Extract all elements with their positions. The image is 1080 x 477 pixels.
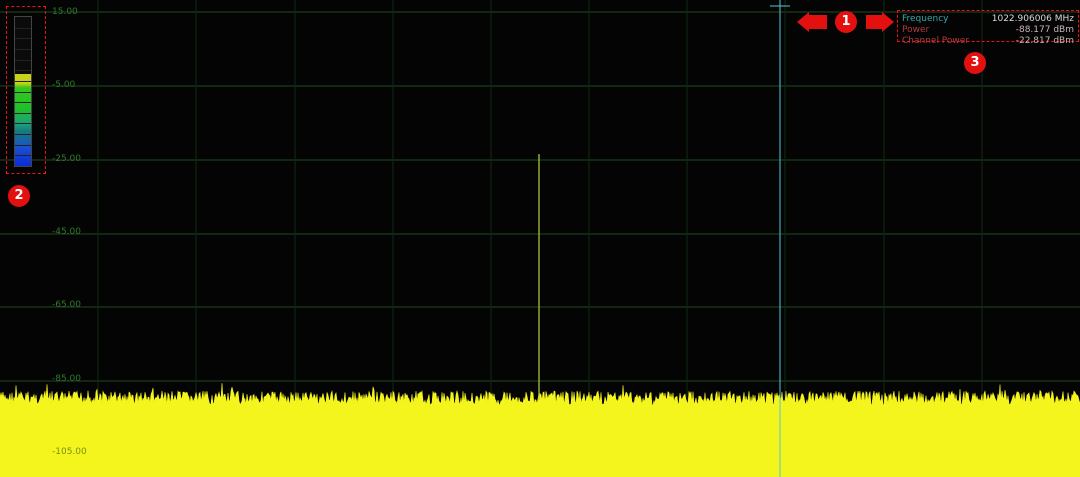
callout-badge-3: 3 <box>964 52 986 74</box>
frequency-value: 1022.906006 MHz <box>991 14 1074 24</box>
callout-badge-1: 1 <box>835 11 857 33</box>
spectrum-trace <box>0 383 1080 477</box>
y-tick-label: -25.00 <box>52 154 82 164</box>
readout-channel-power-row: Channel Power -22.817 dBm <box>900 36 1076 47</box>
y-tick-label: -45.00 <box>52 227 82 237</box>
y-tick-label: -5.00 <box>52 80 76 90</box>
readout-frequency-row: Frequency 1022.906006 MHz <box>900 14 1076 25</box>
power-value: -88.177 dBm <box>1015 25 1074 35</box>
y-tick-label: -105.00 <box>52 447 87 457</box>
arrow-right-icon <box>882 12 894 32</box>
y-tick-label: -65.00 <box>52 300 82 310</box>
marker-readout: Frequency 1022.906006 MHz Power -88.177 … <box>900 14 1076 47</box>
frequency-label: Frequency <box>902 14 949 24</box>
arrow-bar-left <box>809 15 827 29</box>
power-label: Power <box>902 25 930 35</box>
y-tick-label: 15.00 <box>52 7 78 17</box>
spectrum-plot[interactable]: 15.00 -5.00 -25.00 -45.00 -65.00 -85.00 … <box>0 0 1080 477</box>
callout-box-meter <box>6 6 46 174</box>
arrow-left-icon <box>797 12 809 32</box>
channel-power-label: Channel Power <box>902 36 970 46</box>
arrow-bar-right <box>866 15 882 29</box>
callout-badge-2: 2 <box>8 185 30 207</box>
channel-power-value: -22.817 dBm <box>1015 36 1074 46</box>
y-tick-label: -85.00 <box>52 374 82 384</box>
readout-power-row: Power -88.177 dBm <box>900 25 1076 36</box>
spectrum-svg <box>0 0 1080 477</box>
